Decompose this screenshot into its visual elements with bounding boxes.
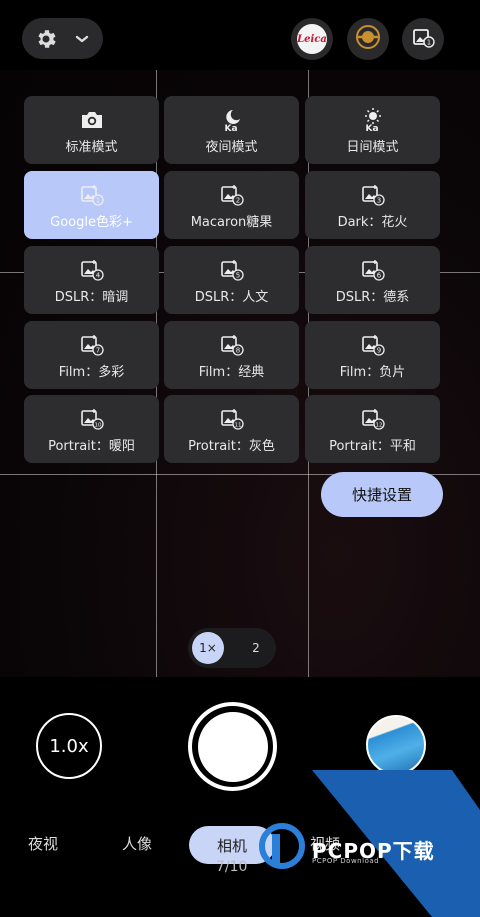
photo-filter-button[interactable]: 1 <box>402 18 444 60</box>
medal-button[interactable] <box>347 18 389 60</box>
mode-tile-label: 夜间模式 <box>205 140 258 155</box>
shutter-button[interactable] <box>188 702 277 791</box>
mode-tile[interactable]: 10 Portrait：暖阳 <box>24 395 159 463</box>
mode-tile[interactable]: 标准模式 <box>24 96 159 164</box>
gear-icon <box>34 27 58 51</box>
zoom-level-button[interactable]: 1.0x <box>36 713 102 779</box>
svg-text:6: 6 <box>376 271 381 279</box>
leica-logo: Leica <box>297 24 327 54</box>
svg-text:5: 5 <box>235 271 239 279</box>
photo-filter-icon: 4 <box>79 258 105 282</box>
mode-tile[interactable]: 8 Film：经典 <box>164 321 299 389</box>
photo-filter-icon: 6 <box>360 258 386 282</box>
camera-icon <box>79 108 105 132</box>
mode-tile[interactable]: Ka 日间模式 <box>305 96 440 164</box>
photo-filter-icon: 12 <box>360 407 386 431</box>
mode-tile[interactable]: 4 DSLR：暗调 <box>24 246 159 314</box>
medal-icon <box>354 23 382 55</box>
photo-filter-icon: 2 <box>219 183 245 207</box>
mode-tile-label: Portrait：暖阳 <box>48 439 135 454</box>
mode-tile-label: Film：经典 <box>198 365 265 380</box>
mode-tile-label: Google色彩+ <box>50 215 133 230</box>
mode-tile-label: Macaron糖果 <box>190 215 273 230</box>
mode-tile[interactable]: 7 Film：多彩 <box>24 321 159 389</box>
page-counter: 7/10 <box>216 859 248 875</box>
svg-text:2: 2 <box>235 196 239 204</box>
photo-filter-icon: 8 <box>219 333 245 357</box>
photo-filter-icon: 3 <box>360 183 386 207</box>
day-ka-icon: Ka <box>360 108 386 134</box>
mode-tile-label: Dark：花火 <box>337 215 408 230</box>
svg-text:7: 7 <box>95 346 99 354</box>
mode-tile[interactable]: 3 Dark：花火 <box>305 171 440 239</box>
photo-filter-icon: 11 <box>219 407 245 431</box>
tab-portrait[interactable]: 人像 <box>122 833 152 854</box>
photo-filter-1-icon: 1 <box>411 25 435 53</box>
settings-dropdown-button[interactable] <box>22 18 103 59</box>
svg-text:9: 9 <box>376 346 380 354</box>
svg-text:1: 1 <box>95 196 99 204</box>
mode-tile[interactable]: 11 Protrait：灰色 <box>164 395 299 463</box>
mode-tile-label: Film：负片 <box>339 365 406 380</box>
photo-filter-icon: 1 <box>79 183 105 207</box>
quick-settings-button[interactable]: 快捷设置 <box>321 472 443 517</box>
mode-tile-label: Protrait：灰色 <box>188 439 275 454</box>
mode-tile[interactable]: 1 Google色彩+ <box>24 171 159 239</box>
zoom-selector[interactable]: 1× 2 <box>188 628 276 668</box>
zoom-option-1x[interactable]: 1× <box>192 632 224 664</box>
mode-tile-label: 日间模式 <box>346 140 399 155</box>
svg-text:Ka: Ka <box>365 124 378 132</box>
night-ka-icon: Ka <box>219 108 245 134</box>
svg-text:12: 12 <box>375 422 382 428</box>
svg-text:10: 10 <box>94 422 101 428</box>
photo-filter-icon: 10 <box>79 407 105 431</box>
mode-tile[interactable]: 5 DSLR：人文 <box>164 246 299 314</box>
photo-filter-icon: 5 <box>219 258 245 282</box>
svg-text:8: 8 <box>235 346 239 354</box>
mode-tile[interactable]: 9 Film：负片 <box>305 321 440 389</box>
svg-text:11: 11 <box>234 422 241 428</box>
mode-tile[interactable]: 12 Portrait：平和 <box>305 395 440 463</box>
mode-tile-label: DSLR：暗调 <box>54 290 129 305</box>
mode-tile[interactable]: Ka 夜间模式 <box>164 96 299 164</box>
svg-text:4: 4 <box>95 271 100 279</box>
mode-tile[interactable]: 2 Macaron糖果 <box>164 171 299 239</box>
gallery-thumbnail[interactable] <box>366 715 426 775</box>
mode-tile-label: Film：多彩 <box>58 365 125 380</box>
svg-text:3: 3 <box>376 196 380 204</box>
zoom-option-2x[interactable]: 2 <box>240 632 272 664</box>
photo-filter-icon: 7 <box>79 333 105 357</box>
mode-tile[interactable]: 6 DSLR：德系 <box>305 246 440 314</box>
mode-tile-label: DSLR：人文 <box>194 290 269 305</box>
svg-text:1: 1 <box>427 39 431 47</box>
leica-style-button[interactable]: Leica <box>291 18 333 60</box>
chevron-down-icon <box>73 30 91 48</box>
svg-text:Ka: Ka <box>224 124 237 132</box>
tab-night-vision[interactable]: 夜视 <box>28 833 58 854</box>
mode-tile-label: 标准模式 <box>65 140 118 155</box>
mode-tile-label: DSLR：德系 <box>335 290 410 305</box>
watermark-subtitle: PCPOP Download <box>312 857 380 865</box>
photo-filter-icon: 9 <box>360 333 386 357</box>
shutter-inner <box>197 711 268 782</box>
pcpop-logo <box>259 823 305 869</box>
mode-tile-label: Portrait：平和 <box>329 439 416 454</box>
